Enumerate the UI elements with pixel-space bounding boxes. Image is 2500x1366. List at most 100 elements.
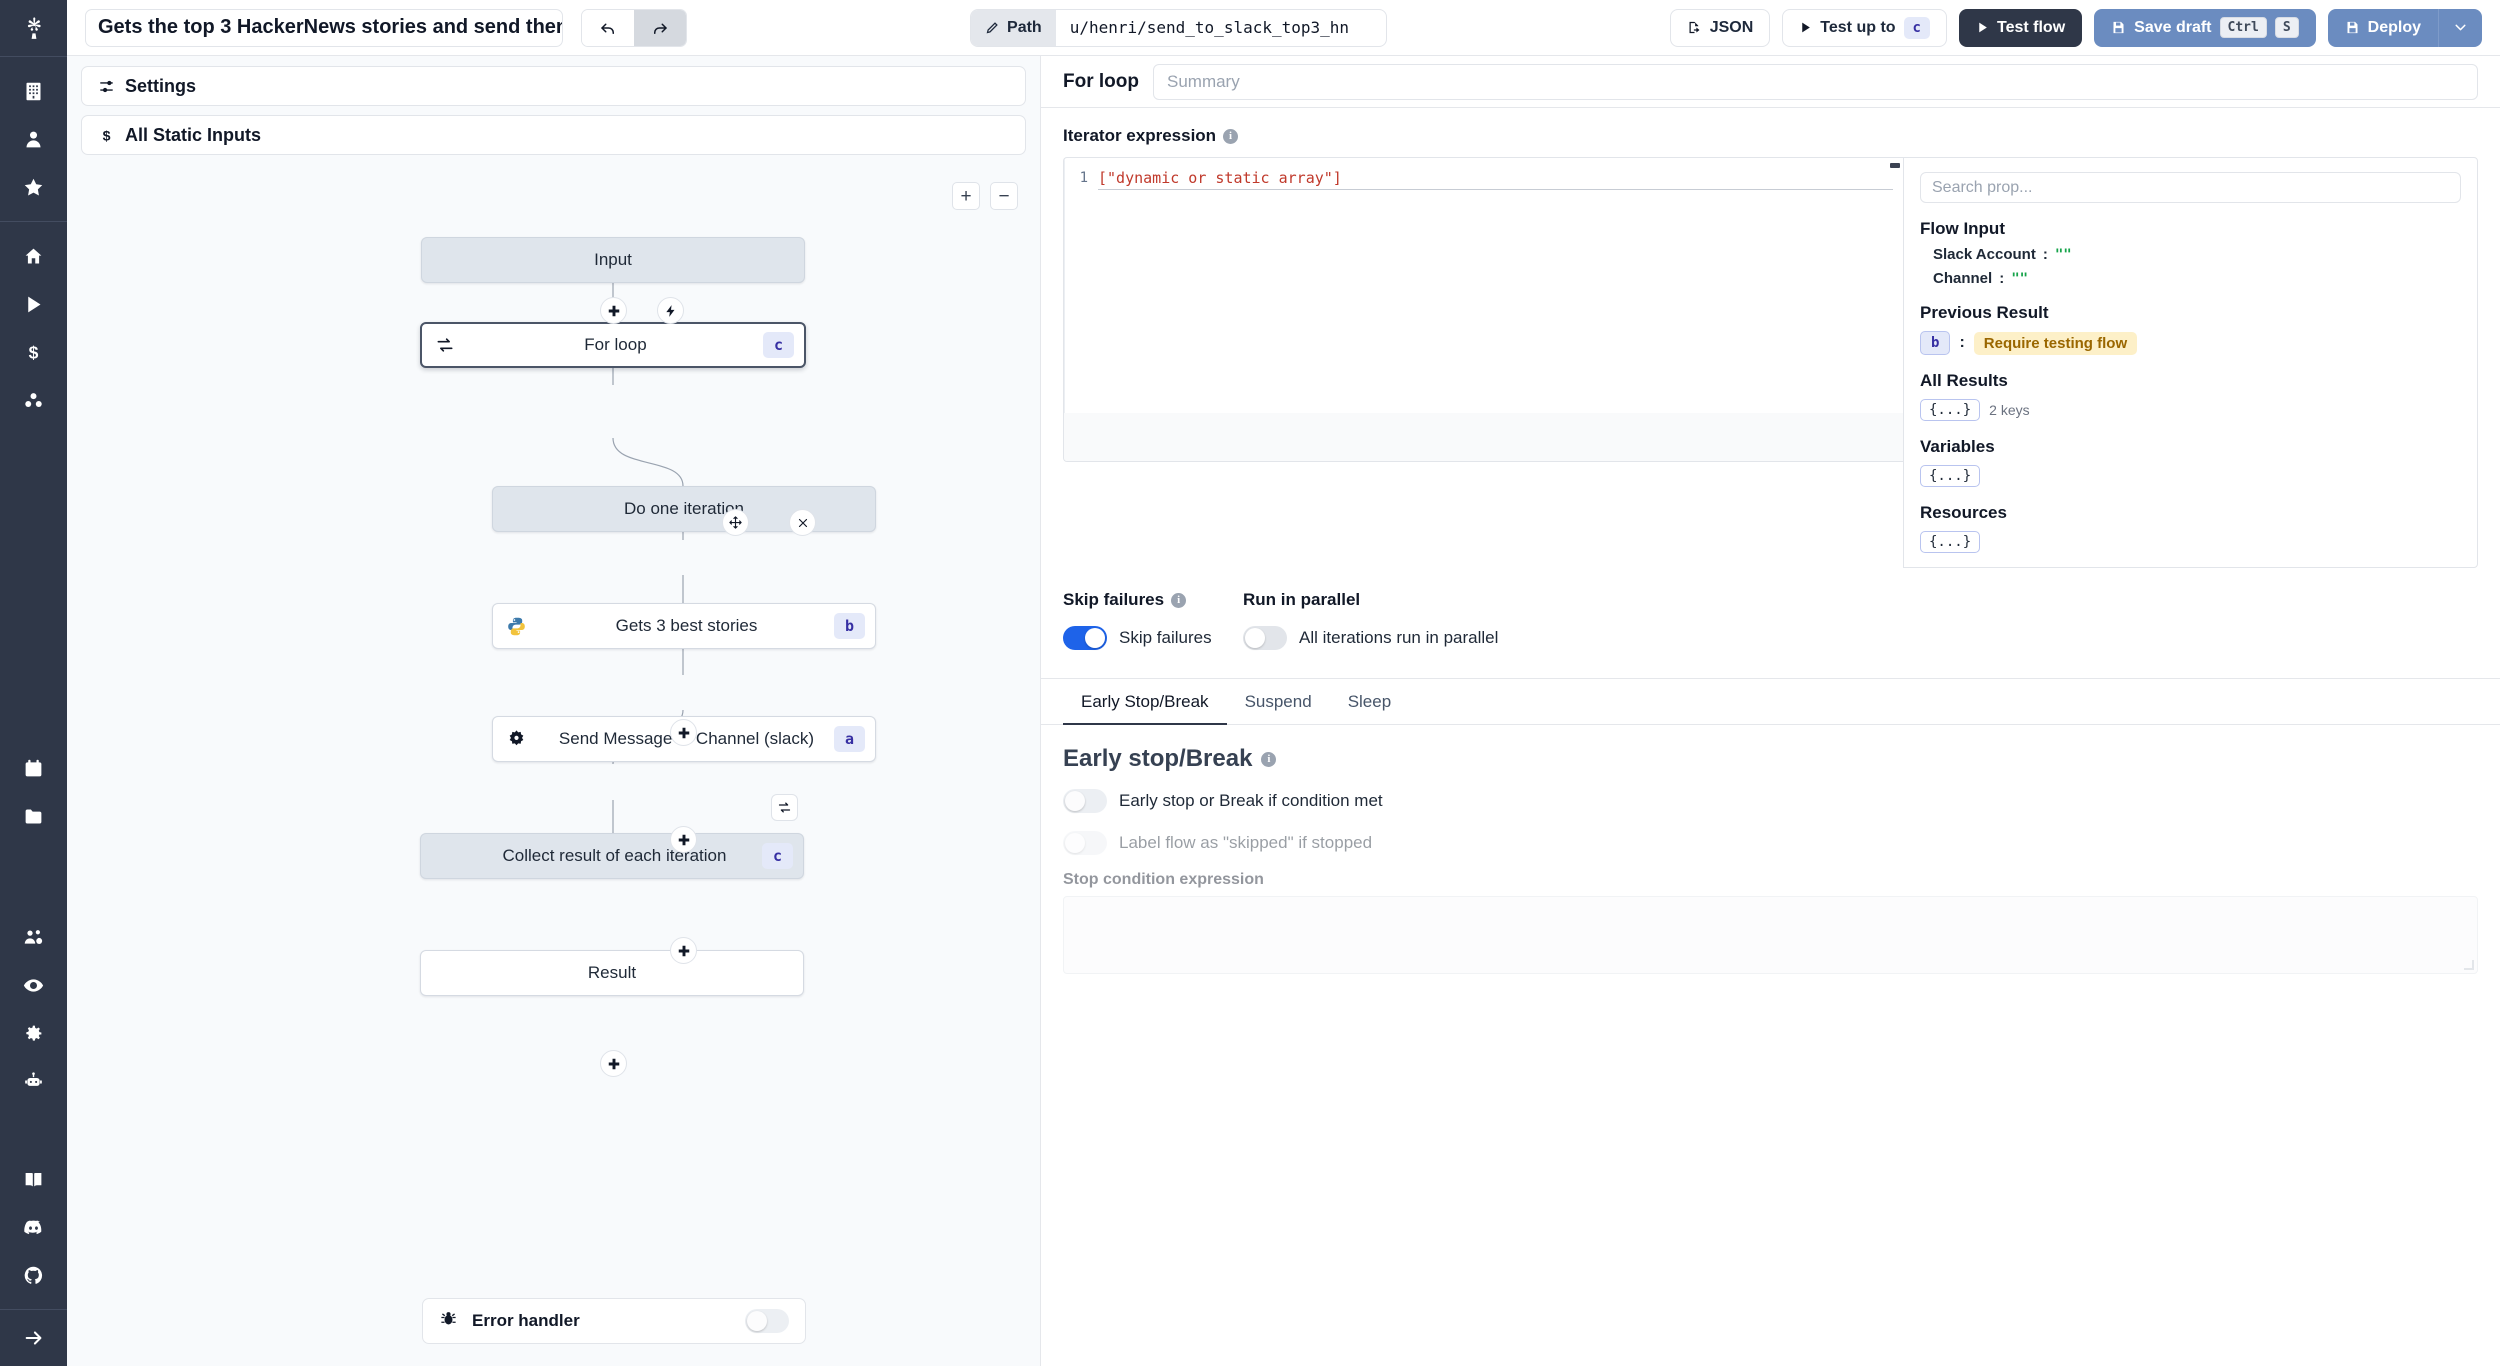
- undo-icon[interactable]: [582, 9, 634, 46]
- tab-sleep[interactable]: Sleep: [1330, 679, 1409, 725]
- previous-result-row[interactable]: b : Require testing flow: [1920, 331, 2461, 355]
- save-draft-button[interactable]: Save draft Ctrl S: [2094, 8, 2316, 47]
- calendar-icon[interactable]: [12, 744, 56, 792]
- prop-row-slack-account[interactable]: Slack Account : "": [1920, 246, 2461, 263]
- skip-failures-toggle[interactable]: [1063, 626, 1107, 650]
- tab-suspend[interactable]: Suspend: [1227, 679, 1330, 725]
- resize-grip[interactable]: [2464, 960, 2474, 970]
- iterator-expression-label: Iterator expression i: [1063, 126, 2478, 146]
- users-cog-icon[interactable]: [12, 913, 56, 961]
- resources-object-chip[interactable]: {...}: [1920, 531, 1981, 553]
- star-icon[interactable]: [12, 163, 56, 211]
- rail-bottom: [0, 1310, 67, 1366]
- run-parallel-toggle-text: All iterations run in parallel: [1299, 628, 1499, 647]
- flow-node-for-loop[interactable]: For loop c: [420, 322, 806, 368]
- building-icon[interactable]: [12, 67, 56, 115]
- dollar-icon[interactable]: $: [12, 328, 56, 376]
- error-handler-label: Error handler: [472, 1311, 580, 1330]
- skip-failures-label-text: Skip failures: [1063, 590, 1165, 609]
- iterator-expression-text: Iterator expression: [1063, 126, 1217, 145]
- body: Settings $ All Static Inputs + − Input F…: [67, 56, 2500, 1366]
- github-icon[interactable]: [12, 1251, 56, 1299]
- play-icon[interactable]: [12, 280, 56, 328]
- iterator-section: Iterator expression i 1 ["dynamic or sta…: [1041, 108, 2500, 568]
- variables-object-chip[interactable]: {...}: [1920, 465, 1981, 487]
- home-icon[interactable]: [12, 232, 56, 280]
- editor-scrollbar[interactable]: [1890, 163, 1900, 168]
- move-node-handle[interactable]: [722, 509, 749, 536]
- robot-icon[interactable]: [12, 1057, 56, 1105]
- prop-row-channel[interactable]: Channel : "": [1920, 270, 2461, 287]
- cubes-icon[interactable]: [12, 376, 56, 424]
- info-icon[interactable]: i: [1171, 592, 1187, 608]
- stop-condition-editor[interactable]: [1063, 896, 2478, 974]
- add-node-button-5[interactable]: [600, 1050, 627, 1077]
- chevron-down-icon[interactable]: [2438, 8, 2482, 47]
- add-node-button-1[interactable]: [600, 297, 627, 324]
- variables-row[interactable]: {...}: [1920, 465, 2461, 487]
- iterator-code-editor[interactable]: 1 ["dynamic or static array"]: [1063, 157, 1903, 462]
- search-prop-input[interactable]: [1920, 172, 2461, 203]
- summary-input[interactable]: [1152, 63, 2478, 100]
- folder-icon[interactable]: [12, 792, 56, 840]
- flow-node-collect[interactable]: Collect result of each iteration c: [420, 833, 804, 879]
- run-parallel-label: Run in parallel: [1243, 590, 1361, 609]
- add-trigger-button[interactable]: [657, 297, 684, 324]
- arrow-right-icon[interactable]: [12, 1310, 56, 1366]
- all-results-row[interactable]: {...} 2 keys: [1920, 399, 2461, 421]
- flow-node-python[interactable]: Gets 3 best stories b: [492, 603, 876, 649]
- flow-node-result[interactable]: Result: [420, 950, 804, 996]
- error-handler-card[interactable]: Error handler: [422, 1298, 806, 1344]
- gear-icon[interactable]: [12, 1009, 56, 1057]
- zoom-out-button[interactable]: −: [990, 182, 1018, 210]
- iterator-code-text[interactable]: ["dynamic or static array"]: [1098, 167, 1342, 189]
- all-results-object-chip[interactable]: {...}: [1920, 399, 1981, 421]
- test-up-to-button[interactable]: Test up to c: [1782, 8, 1947, 47]
- discord-icon[interactable]: [12, 1203, 56, 1251]
- settings-card[interactable]: Settings: [81, 66, 1026, 106]
- info-icon[interactable]: i: [1223, 128, 1239, 144]
- early-stop-toggle[interactable]: [1063, 789, 1107, 813]
- loop-branch-button[interactable]: [771, 794, 798, 821]
- flow-node-do-one-iteration[interactable]: Do one iteration: [492, 486, 876, 532]
- windmill-logo-icon[interactable]: [0, 0, 67, 56]
- skip-failures-switch-line: Skip failures: [1063, 626, 1243, 650]
- error-handler-toggle[interactable]: [745, 1309, 789, 1333]
- info-icon[interactable]: i: [1261, 751, 1277, 767]
- skip-failures-label: Skip failures i: [1063, 590, 1243, 610]
- flow-node-input[interactable]: Input: [421, 237, 805, 283]
- early-stop-panel-title-text: Early stop/Break: [1063, 745, 1253, 772]
- redo-icon[interactable]: [634, 9, 686, 46]
- loop-icon: [778, 802, 791, 813]
- tab-early-stop-break[interactable]: Early Stop/Break: [1063, 679, 1227, 725]
- eye-icon[interactable]: [12, 961, 56, 1009]
- close-icon: [798, 518, 807, 527]
- static-inputs-card[interactable]: $ All Static Inputs: [81, 115, 1026, 155]
- label-skipped-toggle[interactable]: [1063, 831, 1107, 855]
- add-node-button-4[interactable]: [670, 937, 697, 964]
- test-flow-label: Test flow: [1996, 18, 2066, 36]
- add-node-button-3[interactable]: [670, 826, 697, 853]
- dollar-icon: $: [103, 128, 111, 144]
- json-button[interactable]: JSON: [1669, 8, 1771, 47]
- test-flow-button[interactable]: Test flow: [1958, 8, 2083, 47]
- add-node-button-2[interactable]: [670, 719, 697, 746]
- flow-node-collect-badge: c: [761, 843, 793, 869]
- zoom-controls: + −: [952, 182, 1018, 210]
- flow-title-input[interactable]: Gets the top 3 HackerNews stories and se…: [85, 8, 563, 47]
- user-icon[interactable]: [12, 115, 56, 163]
- book-icon[interactable]: [12, 1155, 56, 1203]
- svg-text:$: $: [103, 128, 111, 144]
- zoom-in-button[interactable]: +: [952, 182, 980, 210]
- resources-title: Resources: [1920, 503, 2007, 522]
- path-field[interactable]: Path u/henri/send_to_slack_top3_hn: [970, 8, 1387, 47]
- flow-node-for-loop-label: For loop: [584, 335, 647, 354]
- main-area: Gets the top 3 HackerNews stories and se…: [67, 0, 2500, 1366]
- remove-node-button[interactable]: [789, 509, 816, 536]
- deploy-button[interactable]: Deploy: [2327, 8, 2438, 47]
- flow-canvas[interactable]: + − Input For loop c Do one iteration Ge…: [67, 170, 1040, 1366]
- resources-row[interactable]: {...}: [1920, 531, 2461, 553]
- run-parallel-toggle[interactable]: [1243, 626, 1287, 650]
- path-value[interactable]: u/henri/send_to_slack_top3_hn: [1056, 10, 1386, 46]
- iterator-editor-row: 1 ["dynamic or static array"] Flow Input: [1063, 157, 2478, 568]
